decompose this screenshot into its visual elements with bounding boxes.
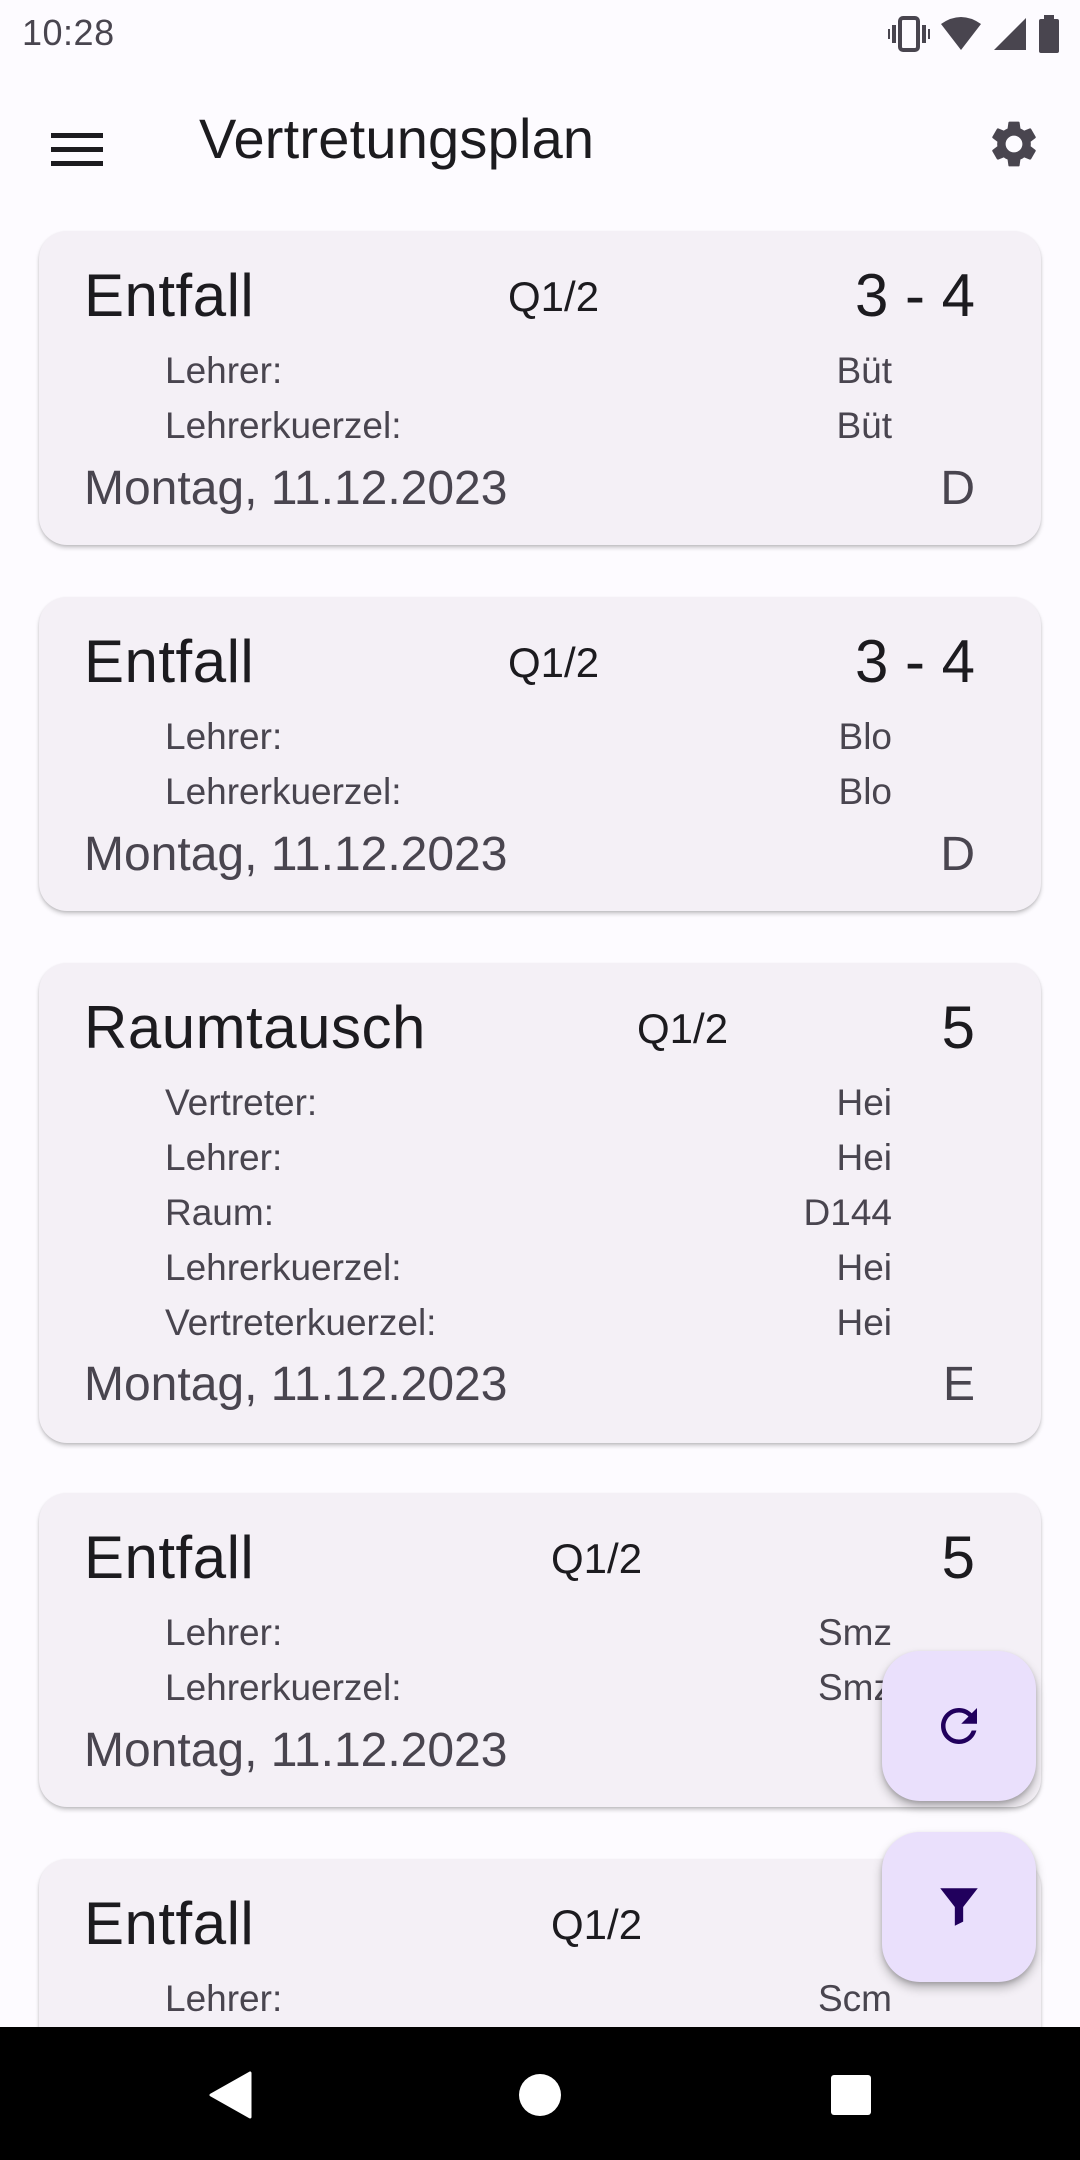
card-class: Q1/2 [508,639,600,686]
card-type: Raumtausch [84,994,426,1061]
signal-icon [994,18,1026,50]
home-button[interactable] [500,2055,580,2135]
detail-label: Lehrer: [165,716,283,757]
detail-row: Vertreterkuerzel: Hei [165,1299,892,1354]
battery-icon [1039,15,1059,53]
substitution-card[interactable]: Entfall Q1/2 3 - 4 Lehrer: Büt Lehrerkue… [39,231,1041,545]
menu-icon [51,133,103,166]
wifi-icon [941,17,981,50]
card-date: Montag, 11.12.2023 [84,1724,508,1777]
detail-row: Lehrerkuerzel: Blo [165,768,892,823]
card-details: Lehrer: Smz Lehrerkuerzel: Smz [165,1609,892,1719]
filter-icon [940,1888,978,1926]
detail-value: Hei [836,1082,892,1123]
detail-label: Vertreterkuerzel: [165,1302,437,1343]
card-subject: D [940,462,975,515]
detail-row: Lehrer: Smz [165,1609,892,1664]
back-button[interactable] [190,2055,270,2135]
system-navigation-bar [0,2027,1080,2160]
detail-label: Vertreter: [165,1082,318,1123]
detail-value: Smz [818,1667,892,1708]
card-date: Montag, 11.12.2023 [84,462,508,515]
detail-label: Raum: [165,1192,274,1233]
card-class: Q1/2 [637,1005,729,1052]
status-bar: 10:28 [0,0,1080,66]
card-date: Montag, 11.12.2023 [84,828,508,881]
detail-row: Raum: D144 [165,1189,892,1244]
card-subject: E [942,1358,975,1411]
detail-row: Lehrer: Büt [165,347,892,402]
detail-label: Lehrerkuerzel: [165,1667,402,1708]
menu-button[interactable] [38,110,116,188]
substitution-card[interactable]: Raumtausch Q1/2 5 Vertreter: Hei Lehrer:… [39,963,1041,1443]
status-icons [888,14,1060,54]
detail-row: Lehrer: Hei [165,1134,892,1189]
detail-value: Scm [818,1978,892,2019]
substitution-card[interactable]: Entfall Q1/2 3 - 4 Lehrer: Blo Lehrerkue… [39,597,1041,911]
detail-label: Lehrer: [165,350,283,391]
card-type: Entfall [84,628,255,695]
card-type: Entfall [84,1524,255,1591]
detail-value: Hei [836,1247,892,1288]
detail-label: Lehrerkuerzel: [165,1247,402,1288]
gear-icon [992,121,1036,167]
app-bar: Vertretungsplan [0,76,1080,206]
recents-button[interactable] [811,2055,891,2135]
detail-value: Büt [836,405,892,446]
card-period: 5 [941,994,975,1061]
detail-value: Hei [836,1137,892,1178]
screen: Entfall Q1/2 3 - 4 Lehrer: Büt Lehrerkue… [0,0,1080,2160]
detail-row: Lehrerkuerzel: Büt [165,402,892,457]
status-time: 10:28 [22,12,115,53]
settings-button[interactable] [974,104,1054,184]
detail-label: Lehrer: [165,1978,283,2019]
detail-label: Lehrer: [165,1612,283,1653]
detail-label: Lehrerkuerzel: [165,771,402,812]
recents-icon [831,2075,871,2115]
detail-value: Smz [818,1612,892,1653]
detail-value: Büt [836,350,892,391]
card-class: Q1/2 [508,273,600,320]
card-period: 3 - 4 [854,262,975,329]
detail-value: Blo [838,771,892,812]
detail-value: Blo [838,716,892,757]
card-class: Q1/2 [551,1901,643,1948]
page-title: Vertretungsplan [199,107,595,170]
card-details: Lehrer: Scm [165,1975,892,2027]
detail-row: Lehrerkuerzel: Hei [165,1244,892,1299]
detail-value: D144 [803,1192,892,1233]
card-details: Vertreter: Hei Lehrer: Hei Raum: D144 Le… [165,1079,892,1354]
vibrate-icon [888,16,930,52]
card-period: 3 - 4 [854,628,975,695]
refresh-button[interactable] [882,1651,1036,1801]
detail-row: Lehrerkuerzel: Smz [165,1664,892,1719]
filter-button[interactable] [882,1832,1036,1982]
card-period: 5 [941,1524,975,1591]
card-details: Lehrer: Büt Lehrerkuerzel: Büt [165,347,892,457]
refresh-icon [941,1708,977,1744]
detail-label: Lehrerkuerzel: [165,405,402,446]
card-details: Lehrer: Blo Lehrerkuerzel: Blo [165,713,892,823]
detail-label: Lehrer: [165,1137,283,1178]
card-type: Entfall [84,262,255,329]
card-class: Q1/2 [551,1535,643,1582]
back-icon [209,2071,252,2119]
detail-row: Lehrer: Blo [165,713,892,768]
detail-row: Lehrer: Scm [165,1975,892,2027]
detail-value: Hei [836,1302,892,1343]
card-type: Entfall [84,1890,255,1957]
card-subject: D [940,828,975,881]
detail-row: Vertreter: Hei [165,1079,892,1134]
card-date: Montag, 11.12.2023 [84,1358,508,1411]
home-icon [519,2074,561,2116]
